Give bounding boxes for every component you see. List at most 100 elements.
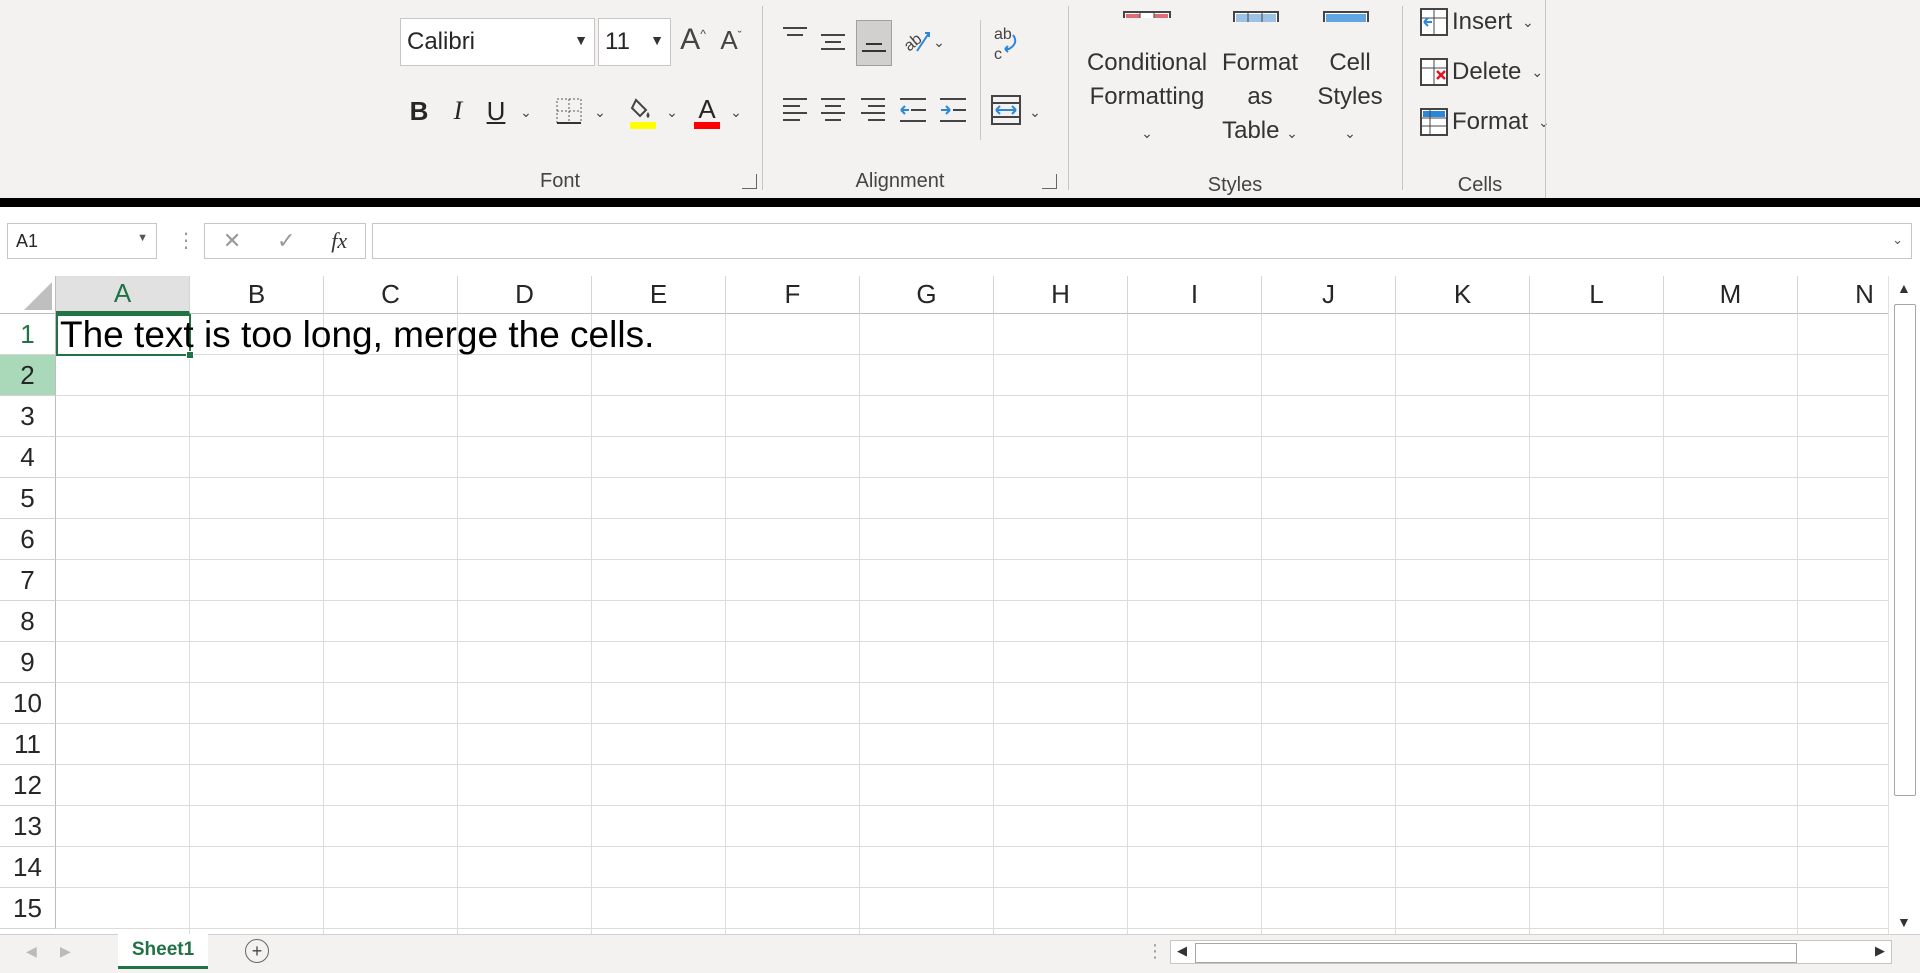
- middle-align-button[interactable]: [818, 20, 848, 58]
- row-header-10[interactable]: 10: [0, 683, 56, 724]
- column-header-n[interactable]: N: [1798, 276, 1888, 314]
- chevron-down-icon: ▼: [650, 32, 664, 48]
- top-align-button[interactable]: [780, 20, 810, 54]
- column-header-h[interactable]: H: [994, 276, 1128, 314]
- tab-split-grip-icon[interactable]: ⋮: [1146, 941, 1164, 962]
- gridline: [56, 846, 1888, 847]
- column-header-l[interactable]: L: [1530, 276, 1664, 314]
- row-header-2[interactable]: 2: [0, 355, 56, 396]
- enter-check-icon[interactable]: ✓: [277, 228, 295, 254]
- worksheet-grid[interactable]: A B C D E F G H I J K L M N 1 2 3 4 5 6 7 8 9 10 11 12 13 14 15 The t…: [0, 276, 1888, 934]
- sheet-tab[interactable]: Sheet1: [118, 934, 208, 969]
- scroll-left-icon[interactable]: ◀: [1177, 943, 1187, 959]
- gridline: [56, 641, 1888, 642]
- row-header-6[interactable]: 6: [0, 519, 56, 560]
- row-header-11[interactable]: 11: [0, 724, 56, 765]
- borders-dropdown[interactable]: ⌄: [590, 100, 610, 124]
- insert-function-icon[interactable]: fx: [331, 228, 347, 254]
- conditional-formatting-button[interactable]: Conditional Formatting ⌄: [1082, 10, 1212, 150]
- vertical-scroll-thumb[interactable]: [1894, 304, 1916, 796]
- column-header-d[interactable]: D: [458, 276, 592, 314]
- underline-dropdown[interactable]: ⌄: [516, 100, 536, 124]
- row-header-8[interactable]: 8: [0, 601, 56, 642]
- formula-input[interactable]: ⌄: [372, 223, 1912, 259]
- wrap-text-icon: ab c: [994, 26, 1017, 63]
- row-header-14[interactable]: 14: [0, 847, 56, 888]
- gridline: [56, 600, 1888, 601]
- fill-color-button[interactable]: [626, 92, 660, 132]
- borders-button[interactable]: [552, 92, 586, 130]
- row-header-9[interactable]: 9: [0, 642, 56, 683]
- scroll-right-icon[interactable]: ▶: [1875, 943, 1885, 959]
- row-header-3[interactable]: 3: [0, 396, 56, 437]
- chevron-down-icon: ⌄: [1286, 125, 1298, 141]
- row-header-13[interactable]: 13: [0, 806, 56, 847]
- font-size-combo[interactable]: 11 ▼: [598, 18, 671, 66]
- bold-button[interactable]: B: [404, 92, 434, 130]
- cancel-icon[interactable]: ✕: [223, 228, 241, 254]
- column-header-f[interactable]: F: [726, 276, 860, 314]
- decrease-font-size-button[interactable]: Aˇ: [714, 20, 748, 60]
- column-header-g[interactable]: G: [860, 276, 994, 314]
- align-center-button[interactable]: [818, 90, 848, 130]
- column-header-b[interactable]: B: [190, 276, 324, 314]
- horizontal-scrollbar[interactable]: ◀ ▶: [1170, 940, 1892, 964]
- cell-a1[interactable]: The text is too long, merge the cells.: [60, 314, 654, 355]
- alignment-dialog-launcher-icon[interactable]: [1042, 174, 1057, 189]
- format-as-table-icon: [1233, 11, 1279, 22]
- increase-indent-button[interactable]: [938, 90, 968, 130]
- formula-buttons: ✕ ✓ fx: [204, 223, 366, 259]
- wrap-text-button[interactable]: ab c: [988, 20, 1024, 66]
- row-header-1[interactable]: 1: [0, 314, 56, 355]
- increase-font-size-button[interactable]: A^: [676, 20, 710, 60]
- column-header-k[interactable]: K: [1396, 276, 1530, 314]
- name-box[interactable]: A1 ▼: [7, 223, 157, 259]
- scroll-up-icon[interactable]: ▲: [1897, 280, 1911, 296]
- vertical-scrollbar[interactable]: ▲ ▼: [1888, 276, 1920, 934]
- chevron-down-icon: ⌄: [1531, 63, 1544, 80]
- horizontal-scroll-thumb[interactable]: [1195, 943, 1797, 963]
- merge-center-button[interactable]: [988, 90, 1024, 130]
- column-header-m[interactable]: M: [1664, 276, 1798, 314]
- next-sheet-icon[interactable]: ▶: [60, 943, 71, 960]
- column-header-e[interactable]: E: [592, 276, 726, 314]
- font-dialog-launcher-icon[interactable]: [742, 174, 757, 189]
- align-right-button[interactable]: [858, 90, 888, 130]
- add-sheet-icon[interactable]: +: [245, 939, 269, 963]
- cell-styles-icon: [1323, 11, 1369, 22]
- decrease-indent-button[interactable]: [898, 90, 928, 130]
- font-name-combo[interactable]: Calibri ▼: [400, 18, 595, 66]
- row-header-12[interactable]: 12: [0, 765, 56, 806]
- scroll-down-icon[interactable]: ▼: [1897, 914, 1911, 930]
- italic-button[interactable]: I: [443, 92, 473, 130]
- gridline: [1127, 314, 1128, 934]
- font-color-icon: A: [698, 93, 716, 124]
- formula-bar-grip-icon[interactable]: ⋮: [176, 228, 196, 253]
- bottom-align-button[interactable]: [856, 20, 892, 66]
- row-header-15[interactable]: 15: [0, 888, 56, 929]
- column-header-i[interactable]: I: [1128, 276, 1262, 314]
- row-header-7[interactable]: 7: [0, 560, 56, 601]
- column-header-a[interactable]: A: [56, 276, 190, 314]
- orientation-dropdown[interactable]: ⌄: [930, 32, 948, 52]
- font-color-button[interactable]: A: [690, 92, 724, 132]
- gridline: [56, 395, 1888, 396]
- select-all-corner[interactable]: [0, 276, 56, 314]
- row-header-4[interactable]: 4: [0, 437, 56, 478]
- align-left-button[interactable]: [780, 90, 810, 130]
- fill-color-dropdown[interactable]: ⌄: [662, 100, 682, 124]
- row-header-5[interactable]: 5: [0, 478, 56, 519]
- orientation-button[interactable]: ab: [898, 20, 934, 60]
- delete-button[interactable]: Delete ⌄: [1420, 58, 1543, 86]
- expand-formula-bar-icon[interactable]: ⌄: [1892, 232, 1903, 248]
- cell-styles-button[interactable]: Cell Styles ⌄: [1310, 10, 1390, 150]
- font-color-dropdown[interactable]: ⌄: [726, 100, 746, 124]
- format-as-table-button[interactable]: Format as Table ⌄: [1210, 10, 1310, 150]
- column-header-c[interactable]: C: [324, 276, 458, 314]
- underline-button[interactable]: U: [481, 92, 511, 130]
- insert-button[interactable]: Insert ⌄: [1420, 8, 1534, 36]
- merge-dropdown[interactable]: ⌄: [1026, 102, 1044, 122]
- format-button[interactable]: Format ⌄: [1420, 108, 1550, 136]
- prev-sheet-icon[interactable]: ◀: [26, 943, 37, 960]
- column-header-j[interactable]: J: [1262, 276, 1396, 314]
